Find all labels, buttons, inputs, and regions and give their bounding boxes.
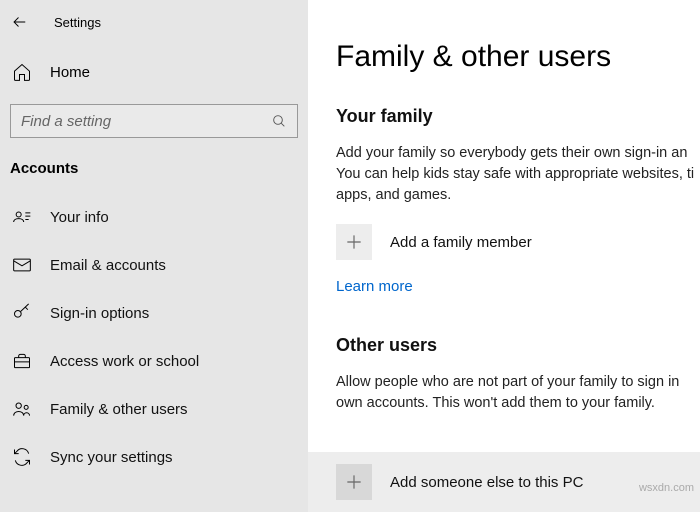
home-nav[interactable]: Home [0, 44, 308, 100]
sidebar-item-your-info[interactable]: Your info [0, 193, 308, 241]
add-someone-label: Add someone else to this PC [390, 474, 583, 491]
mail-icon [12, 255, 32, 275]
sidebar-item-sign-in-options[interactable]: Sign-in options [0, 289, 308, 337]
back-button[interactable] [10, 12, 30, 32]
home-icon [12, 62, 32, 82]
search-box[interactable] [10, 104, 298, 138]
person-card-icon [12, 207, 32, 227]
page-title: Family & other users [336, 40, 700, 74]
sidebar: Settings Home Accounts Your info Email &… [0, 0, 308, 512]
section-title-family: Your family [336, 106, 700, 127]
sync-icon [12, 447, 32, 467]
main-content: Family & other users Your family Add you… [308, 0, 700, 512]
briefcase-icon [12, 351, 32, 371]
add-family-member-button[interactable]: Add a family member [336, 224, 700, 260]
sidebar-item-access-work-school[interactable]: Access work or school [0, 337, 308, 385]
search-icon [271, 113, 287, 129]
plus-icon-box [336, 224, 372, 260]
nav-label: Access work or school [50, 353, 199, 370]
section-text-other: Allow people who are not part of your fa… [336, 372, 700, 414]
sidebar-item-sync-settings[interactable]: Sync your settings [0, 433, 308, 481]
learn-more-link[interactable]: Learn more [336, 278, 413, 295]
sidebar-item-family-other-users[interactable]: Family & other users [0, 385, 308, 433]
sidebar-item-email-accounts[interactable]: Email & accounts [0, 241, 308, 289]
plus-icon [344, 232, 364, 252]
plus-icon-box [336, 464, 372, 500]
nav-label: Sign-in options [50, 305, 149, 322]
plus-icon [344, 472, 364, 492]
key-icon [12, 303, 32, 323]
people-icon [12, 399, 32, 419]
nav-label: Sync your settings [50, 449, 173, 466]
search-input[interactable] [21, 113, 271, 130]
section-text-family: Add your family so everybody gets their … [336, 143, 700, 206]
arrow-left-icon [11, 13, 29, 31]
nav-label: Email & accounts [50, 257, 166, 274]
watermark: wsxdn.com [639, 482, 694, 494]
section-title-other: Other users [336, 335, 700, 356]
nav-label: Family & other users [50, 401, 188, 418]
home-label: Home [50, 64, 90, 81]
section-label: Accounts [0, 160, 308, 193]
header: Settings [0, 8, 308, 44]
add-family-label: Add a family member [390, 234, 532, 251]
nav-label: Your info [50, 209, 109, 226]
window-title: Settings [54, 15, 101, 30]
